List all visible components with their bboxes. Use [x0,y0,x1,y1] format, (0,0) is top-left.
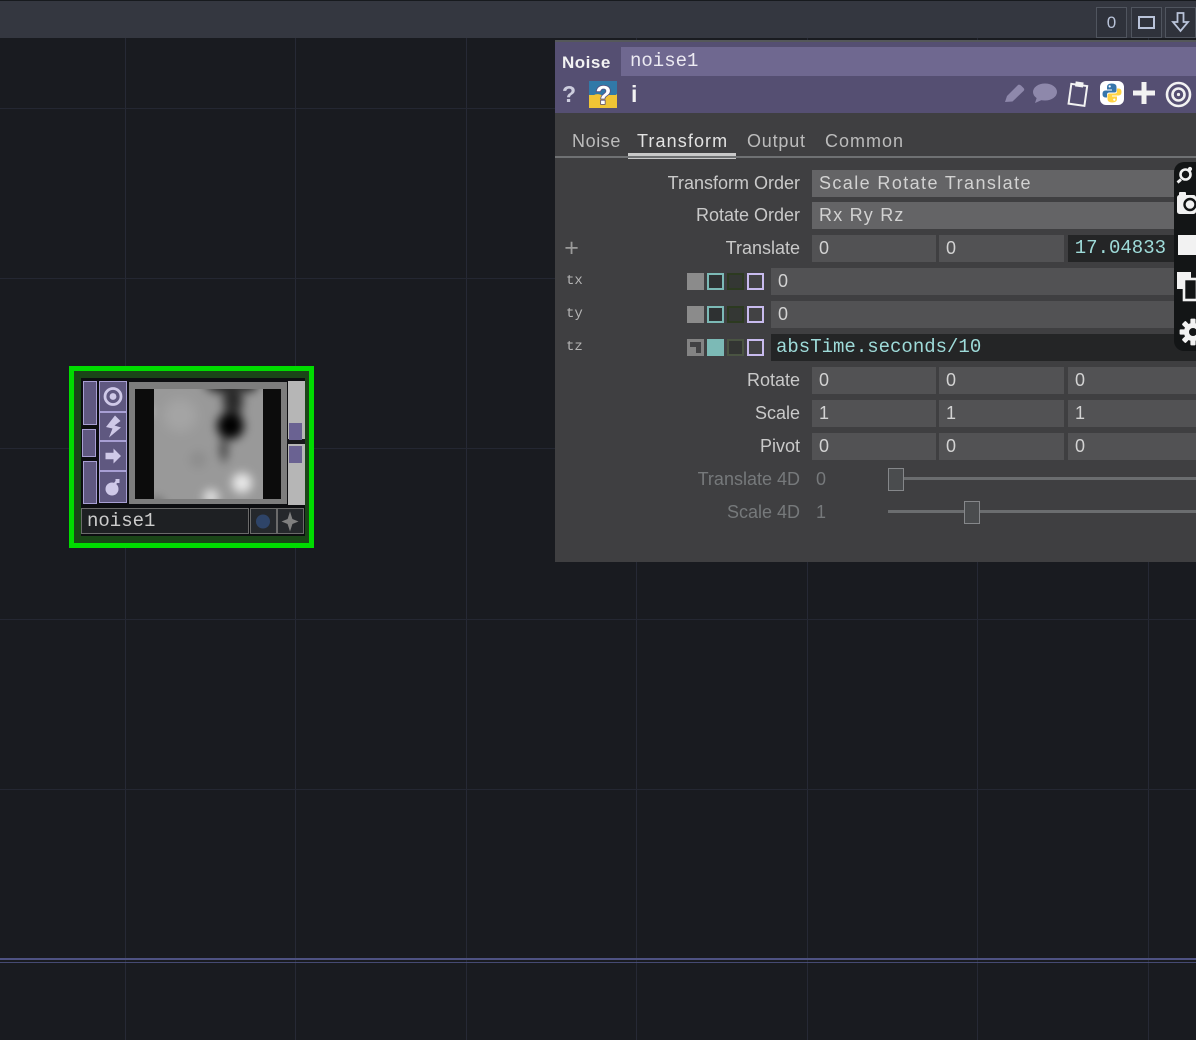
svg-text:?: ? [596,81,612,108]
